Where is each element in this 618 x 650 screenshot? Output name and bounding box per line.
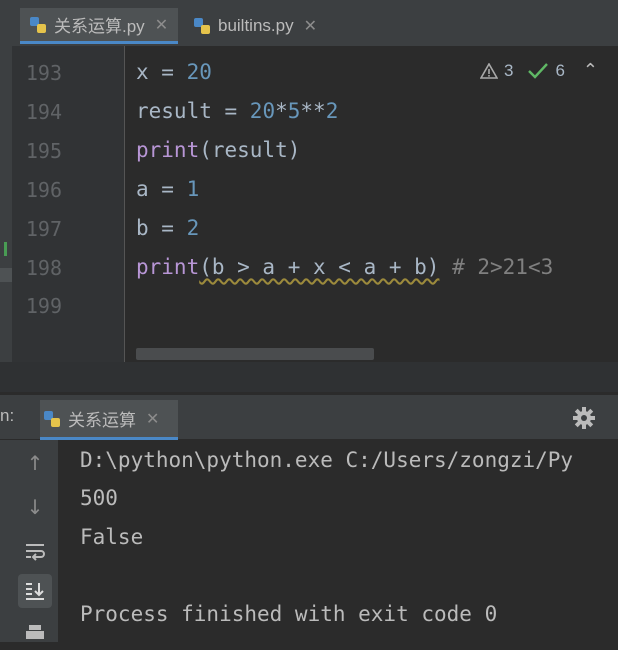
- close-icon[interactable]: ✕: [304, 16, 317, 36]
- code-line[interactable]: a = 1: [136, 177, 199, 201]
- console-line: 500: [80, 486, 118, 510]
- side-panel-toggle-icon[interactable]: [0, 268, 12, 282]
- editor-bottom-area: [0, 362, 618, 392]
- tab-builtins[interactable]: builtins.py ✕: [184, 8, 334, 44]
- close-icon[interactable]: ✕: [146, 409, 159, 429]
- inspection-widget[interactable]: 3 6 ⌃: [479, 60, 598, 81]
- left-tool-strip: [0, 46, 12, 392]
- gear-icon[interactable]: [572, 406, 596, 430]
- chevron-up-icon[interactable]: ⌃: [583, 60, 598, 81]
- line-number: 195: [25, 139, 62, 163]
- tab-label: builtins.py: [218, 16, 294, 35]
- weak-warning-count: 6: [555, 60, 565, 80]
- arrow-up-icon[interactable]: ↑: [18, 446, 52, 480]
- check-icon: [528, 62, 549, 79]
- line-number: 196: [25, 178, 62, 202]
- run-config-tab[interactable]: 关系运算 ✕: [40, 400, 178, 440]
- code-line[interactable]: result = 20*5**2: [136, 99, 338, 123]
- run-label: n:: [0, 406, 15, 425]
- console-line: D:\python\python.exe C:/Users/zongzi/Py: [80, 448, 574, 472]
- code-line[interactable]: x = 20: [136, 60, 212, 84]
- close-icon[interactable]: ✕: [155, 15, 168, 35]
- scroll-to-end-icon[interactable]: [18, 574, 52, 608]
- line-number: 194: [25, 100, 62, 124]
- python-run-icon: [44, 410, 60, 427]
- tab-relational-ops[interactable]: 关系运算.py ✕: [20, 8, 178, 44]
- line-number: 199: [25, 294, 62, 318]
- horizontal-scrollbar[interactable]: [136, 348, 374, 360]
- tab-label: 关系运算.py: [54, 17, 145, 36]
- code-editor[interactable]: [125, 46, 618, 362]
- python-file-icon: [30, 16, 46, 33]
- code-line[interactable]: print(b > a + x < a + b) # 2>21<3: [136, 255, 553, 279]
- console-line: Process finished with exit code 0: [80, 602, 498, 626]
- line-number: 198: [25, 256, 62, 280]
- run-tab-label: 关系运算: [68, 411, 136, 430]
- line-number: 193: [25, 61, 62, 85]
- soft-wrap-icon[interactable]: [18, 534, 52, 568]
- code-line[interactable]: b = 2: [136, 216, 199, 240]
- python-file-icon: [194, 18, 210, 34]
- run-toolbar: ↑ ↓: [0, 440, 58, 642]
- code-line[interactable]: print(result): [136, 138, 300, 162]
- editor-tab-bar: 关系运算.py ✕ builtins.py ✕: [0, 0, 618, 46]
- change-marker: [4, 242, 7, 256]
- warning-icon: [479, 62, 498, 79]
- warning-count: 3: [503, 60, 514, 80]
- line-number: 197: [25, 217, 62, 241]
- print-icon[interactable]: [18, 616, 52, 650]
- arrow-down-icon[interactable]: ↓: [18, 490, 52, 524]
- console-line: False: [80, 525, 144, 549]
